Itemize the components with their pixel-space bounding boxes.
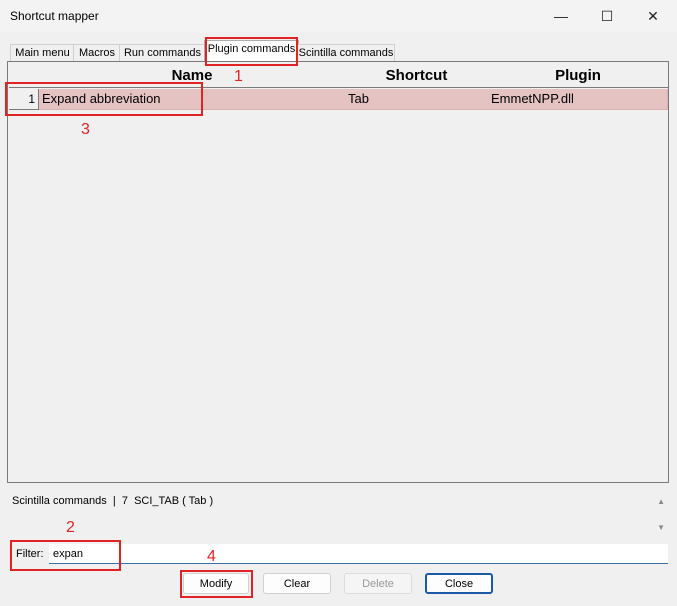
scroll-up-icon[interactable]: ▲ [657, 497, 665, 506]
close-icon: ✕ [647, 7, 659, 24]
close-window-button[interactable]: ✕ [630, 0, 676, 32]
annotation-number-2: 2 [66, 519, 75, 536]
annotation-number-4: 4 [207, 548, 216, 565]
delete-button: Delete [344, 573, 412, 594]
cell-plugin[interactable]: EmmetNPP.dll [488, 89, 668, 110]
close-button[interactable]: Close [425, 573, 493, 594]
shortcut-grid[interactable]: Name Shortcut Plugin 1 Expand abbreviati… [7, 61, 669, 483]
header-plugin[interactable]: Plugin [488, 63, 669, 88]
clear-button[interactable]: Clear [263, 573, 331, 594]
cell-shortcut[interactable]: Tab [345, 89, 489, 110]
tab-macros[interactable]: Macros [73, 44, 121, 62]
filter-input[interactable] [49, 544, 668, 564]
maximize-button[interactable]: ☐ [584, 0, 630, 32]
annotation-number-3: 3 [81, 121, 90, 138]
window-title: Shortcut mapper [10, 9, 99, 23]
minimize-button[interactable]: — [538, 0, 584, 32]
title-bar: Shortcut mapper — ☐ ✕ [0, 0, 677, 32]
annotation-box-1 [205, 37, 298, 66]
header-shortcut[interactable]: Shortcut [345, 63, 489, 88]
maximize-icon: ☐ [600, 7, 614, 24]
annotation-box-2 [10, 540, 121, 571]
tab-main-menu[interactable]: Main menu [10, 44, 75, 62]
minimize-icon: — [554, 8, 568, 24]
tab-run-commands[interactable]: Run commands [119, 44, 206, 62]
annotation-box-4 [180, 570, 253, 598]
scroll-down-icon[interactable]: ▼ [657, 523, 665, 532]
info-box: Scintilla commands | 7 SCI_TAB ( Tab ) ▲… [7, 489, 669, 537]
tab-scintilla-commands[interactable]: Scintilla commands [297, 44, 395, 62]
annotation-number-1: 1 [234, 68, 243, 85]
annotation-box-3 [5, 82, 203, 116]
info-text: Scintilla commands | 7 SCI_TAB ( Tab ) [12, 495, 214, 507]
